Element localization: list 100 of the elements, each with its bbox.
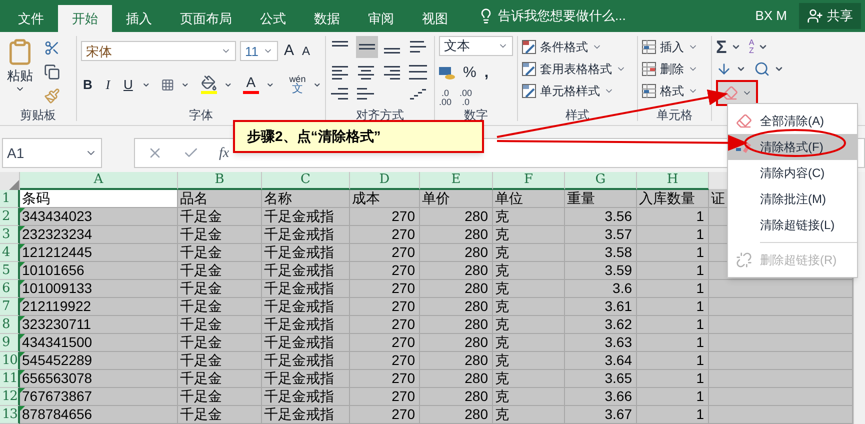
grow-font-button[interactable]: A [282, 40, 296, 62]
row-header[interactable]: 8 [0, 316, 20, 334]
fill-color-icon[interactable] [200, 75, 217, 94]
ribbon-tab[interactable]: 视图 [408, 5, 462, 32]
merge-cells-icon[interactable] [408, 64, 428, 80]
table-cell: 重量 [565, 190, 637, 208]
table-cell: 280 [420, 370, 493, 388]
table-cell: 270 [350, 406, 420, 424]
share-button[interactable]: 共享 [799, 3, 861, 29]
caret-icon[interactable] [774, 64, 784, 74]
column-header[interactable]: D [350, 172, 420, 190]
ribbon-tab[interactable]: 开始 [58, 5, 112, 32]
row-header[interactable]: 2 [0, 208, 20, 226]
column-header[interactable]: G [565, 172, 637, 190]
row-header[interactable]: 9 [0, 334, 20, 352]
table-cell: 千足金 [178, 370, 262, 388]
table-cell: 270 [350, 298, 420, 316]
autosum-button[interactable]: Σ [716, 38, 727, 56]
search-icon[interactable] [754, 61, 770, 77]
ribbon-tab[interactable]: 数据 [300, 5, 354, 32]
styles-menu-button[interactable]: 套用表格格式 [522, 58, 633, 80]
table-cell: 克 [493, 316, 565, 334]
column-header[interactable]: C [262, 172, 350, 190]
insert-function-button[interactable]: fx [219, 142, 230, 164]
row-header[interactable]: 7 [0, 298, 20, 316]
comma-button[interactable]: , [484, 62, 489, 84]
table-cell: 1 [637, 244, 709, 262]
italic-button[interactable]: I [101, 74, 115, 94]
percent-button[interactable]: % [463, 62, 476, 84]
align-center-icon[interactable] [356, 64, 376, 80]
align-right-icon[interactable] [382, 64, 402, 80]
styles-menu-button[interactable]: 单元格样式 [522, 80, 633, 102]
table-cell: 270 [350, 334, 420, 352]
table-cell: 270 [350, 352, 420, 370]
currency-icon[interactable] [439, 66, 455, 80]
tell-me-text[interactable]: 告诉我您想要做什么... [498, 6, 626, 26]
column-header[interactable]: A [20, 172, 178, 190]
column-header[interactable]: H [637, 172, 709, 190]
eraser-icon [736, 113, 752, 129]
table-cell: 1 [637, 406, 709, 424]
bold-button[interactable]: B [81, 74, 94, 94]
ribbon-tab[interactable]: 页面布局 [166, 5, 246, 32]
cells-menu-button[interactable]: 删除 [642, 58, 707, 80]
fill-down-icon[interactable] [716, 61, 732, 77]
decimal-button[interactable]: .0 .00 [439, 88, 452, 106]
table-cell: 3.58 [565, 244, 637, 262]
table-cell: 克 [493, 262, 565, 280]
table-cell: 3.6 [565, 280, 637, 298]
row-header[interactable]: 12 [0, 388, 20, 406]
styles-menu-button[interactable]: 条件格式 [522, 36, 633, 58]
cells-menu-button[interactable]: 插入 [642, 36, 707, 58]
name-box[interactable]: A1 [2, 138, 102, 168]
ribbon-tab[interactable]: 插入 [112, 5, 166, 32]
increase-indent-icon[interactable] [356, 86, 376, 102]
font-size-field[interactable]: 11 [240, 41, 278, 62]
orientation-icon[interactable] [408, 86, 428, 102]
column-header[interactable]: F [493, 172, 565, 190]
table-cell: 3.59 [565, 262, 637, 280]
row-header[interactable]: 11 [0, 370, 20, 388]
row-header[interactable]: 10 [0, 352, 20, 370]
ribbon-tab[interactable]: 文件 [4, 5, 58, 32]
table-cell: 千足金戒指 [262, 208, 350, 226]
table-cell: 10101656 [20, 262, 178, 280]
menu-item[interactable]: 清除超链接(L) [728, 212, 857, 238]
wrap-text-icon[interactable] [408, 39, 428, 55]
column-header[interactable]: B [178, 172, 262, 190]
row-header[interactable]: 4 [0, 244, 20, 262]
align-left-icon[interactable] [330, 64, 350, 80]
row-header[interactable]: 5 [0, 262, 20, 280]
caret-icon[interactable] [758, 42, 768, 52]
column-header[interactable]: E [420, 172, 493, 190]
table-cell: 280 [420, 262, 493, 280]
ribbon-tab[interactable]: 公式 [246, 5, 300, 32]
decimal-button[interactable]: .00 .0 [460, 88, 472, 106]
table-cell: 270 [350, 388, 420, 406]
caret-icon[interactable] [736, 64, 746, 74]
shrink-font-button[interactable]: A [300, 42, 312, 60]
decrease-indent-icon[interactable] [330, 86, 350, 102]
underline-button[interactable]: U [122, 74, 135, 94]
table-cell: 克 [493, 388, 565, 406]
ribbon-tab[interactable]: 审阅 [354, 5, 408, 32]
row-header[interactable]: 6 [0, 280, 20, 298]
sort-button[interactable]: A Z [748, 39, 754, 55]
table-cell: 千足金戒指 [262, 406, 350, 424]
menu-item[interactable]: 全部清除(A) [728, 108, 857, 134]
number-format-field[interactable]: 文本 [439, 36, 513, 56]
font-name-field[interactable]: 宋体 [81, 41, 236, 62]
row-header[interactable]: 3 [0, 226, 20, 244]
font-color-button[interactable]: A [242, 75, 259, 94]
cells-menu-button[interactable]: 格式 [642, 80, 707, 102]
paste-button[interactable]: 粘贴 [4, 36, 36, 104]
scissors-icon[interactable] [44, 40, 60, 56]
caret-icon[interactable] [730, 42, 741, 52]
copy-icon[interactable] [44, 64, 60, 80]
row-header[interactable]: 1 [0, 190, 20, 208]
phonetic-button[interactable]: wén 文 [289, 74, 306, 94]
table-cell: 千足金 [178, 352, 262, 370]
row-header[interactable]: 13 [0, 406, 20, 424]
table-cell: 千足金戒指 [262, 244, 350, 262]
borders-icon[interactable] [161, 76, 174, 92]
